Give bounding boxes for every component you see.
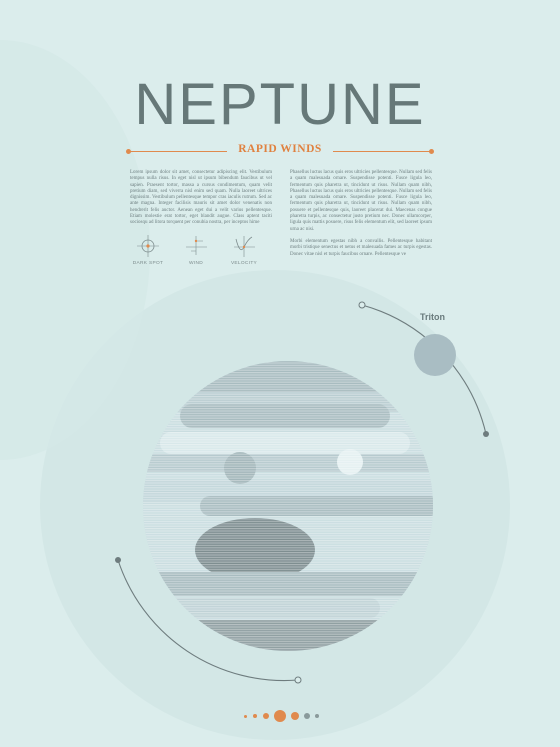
orbit-node — [483, 431, 489, 437]
planet-illustration — [115, 301, 489, 684]
orbit-node — [294, 676, 302, 684]
planet-neptune — [143, 361, 433, 651]
pager-dot[interactable] — [291, 712, 299, 720]
moon-label: Triton — [420, 312, 445, 322]
orbit-node — [358, 301, 366, 309]
orbit-node — [115, 557, 121, 563]
pager-dot[interactable] — [304, 713, 310, 719]
pager-dot[interactable] — [244, 715, 247, 718]
pager-dot[interactable] — [253, 714, 257, 718]
moon-triton — [414, 334, 456, 376]
poster: NEPTUNE RAPID WINDS Lorem ipsum dolor si… — [0, 0, 560, 747]
page-indicator — [0, 708, 560, 726]
pager-dot-active[interactable] — [274, 710, 286, 722]
pager-dot[interactable] — [263, 713, 269, 719]
pager-dot[interactable] — [315, 714, 319, 718]
